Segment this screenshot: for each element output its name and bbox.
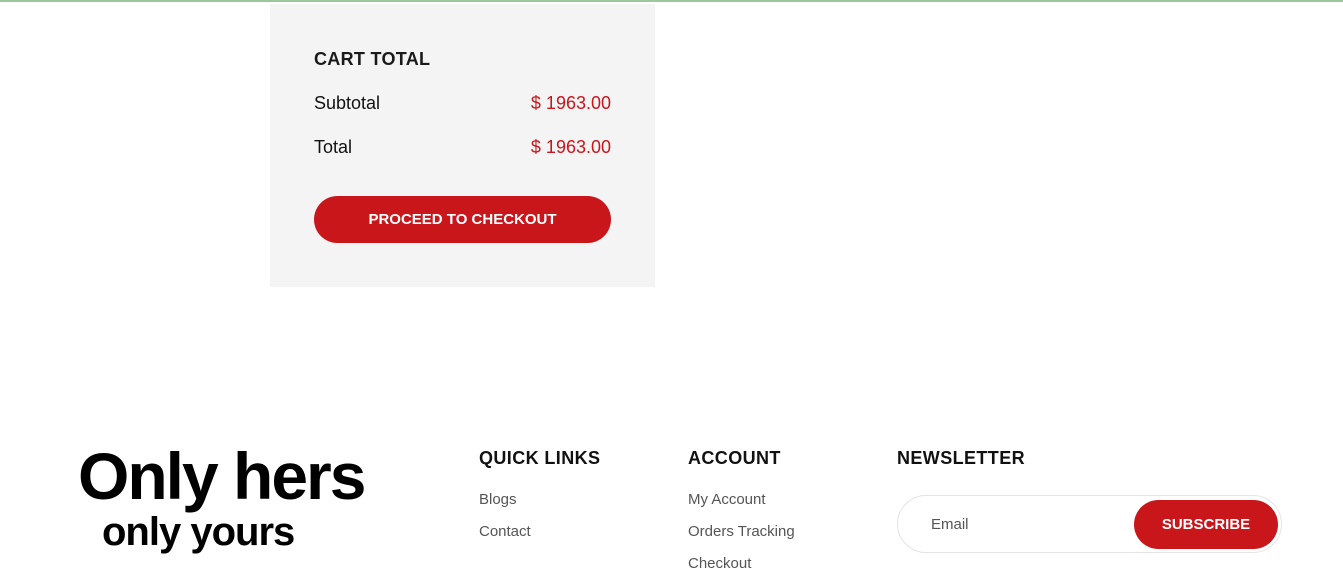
newsletter-form: SUBSCRIBE: [897, 495, 1282, 553]
newsletter-heading: NEWSLETTER: [897, 448, 1025, 468]
account-column: ACCOUNT My Account Orders Tracking Check…: [688, 448, 795, 577]
brand-tagline-line1: Only hers: [78, 439, 366, 513]
footer-link-my-account[interactable]: My Account: [688, 491, 795, 508]
footer-link-orders-tracking[interactable]: Orders Tracking: [688, 523, 795, 540]
newsletter-email-input[interactable]: [900, 498, 1130, 550]
footer-link-checkout[interactable]: Checkout: [688, 555, 795, 572]
subscribe-button[interactable]: SUBSCRIBE: [1134, 500, 1278, 549]
account-heading: ACCOUNT: [688, 448, 781, 468]
proceed-to-checkout-button[interactable]: PROCEED TO CHECKOUT: [314, 196, 611, 243]
total-label: Total: [314, 137, 353, 157]
total-row: Total $ 1963.00: [314, 137, 611, 158]
subtotal-amount: $ 1963.00: [530, 93, 611, 113]
subtotal-label: Subtotal: [314, 93, 381, 113]
quick-links-heading: QUICK LINKS: [479, 448, 601, 468]
subtotal-row: Subtotal $ 1963.00: [314, 93, 611, 114]
cart-total-title: CART TOTAL: [314, 49, 431, 69]
top-divider: [0, 0, 1343, 2]
newsletter-column: NEWSLETTER: [897, 448, 1025, 491]
brand-tagline-line2: only yours: [102, 510, 295, 554]
total-amount: $ 1963.00: [530, 137, 611, 157]
footer-link-blogs[interactable]: Blogs: [479, 491, 600, 508]
cart-total-panel: CART TOTAL Subtotal $ 1963.00 Total $ 19…: [270, 4, 655, 287]
brand-logo[interactable]: Only hers only yours: [78, 439, 366, 554]
footer-link-contact[interactable]: Contact: [479, 523, 600, 540]
quick-links-column: QUICK LINKS Blogs Contact: [479, 448, 600, 555]
